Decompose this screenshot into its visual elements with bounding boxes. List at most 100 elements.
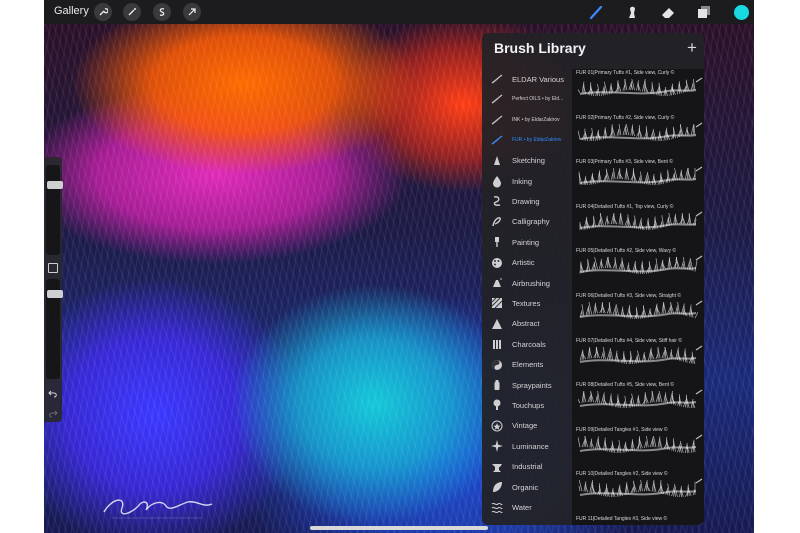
yin-yang-icon — [482, 358, 512, 372]
brush-name: FUR 03|Primary Tufts #3, Side view, Bent… — [576, 159, 673, 166]
brush-sidebar — [44, 157, 63, 422]
brush-type-icon — [695, 70, 703, 83]
leaf-icon — [482, 480, 512, 494]
brush-type-icon — [695, 427, 703, 440]
square-modifier-icon[interactable] — [48, 263, 58, 273]
brush-set-label: Abstract — [512, 319, 540, 329]
brush-set-item[interactable]: Industrial — [482, 457, 572, 477]
brush-icon[interactable] — [587, 3, 605, 21]
brush-stroke-preview — [578, 480, 697, 498]
brush-stroke-preview — [579, 346, 697, 364]
brush-item[interactable]: FUR 02|Primary Tufts #2, Side view, Curl… — [572, 114, 704, 158]
brush-stroke-preview — [578, 79, 697, 97]
smudge-icon[interactable] — [623, 3, 641, 21]
brush-item[interactable]: FUR 09|Detailed Tangles #1, Side view © — [572, 426, 704, 470]
brush-set-label: FUR • by EldarZakirov — [512, 137, 562, 144]
custom-stroke-icon — [482, 133, 512, 147]
brush-set-item[interactable]: Elements — [482, 355, 572, 375]
artist-signature-logo — [103, 499, 213, 519]
brush-stroke-preview — [579, 302, 698, 320]
brush-set-item[interactable]: Airbrushing — [482, 273, 572, 293]
brush-item[interactable]: FUR 10|Detailed Tangles #2, Side view © — [572, 470, 704, 514]
triangle-icon — [482, 317, 512, 331]
brush-set-item[interactable]: Abstract — [482, 314, 572, 334]
brush-item[interactable]: FUR 05|Detailed Tufts #2, Side view, Wav… — [572, 247, 704, 291]
custom-stroke-icon — [482, 92, 512, 106]
brush-set-label: Calligraphy — [512, 217, 550, 227]
calligraphy-icon — [482, 215, 512, 229]
brush-set-item[interactable]: FUR • by EldarZakirov — [482, 130, 572, 150]
brush-set-item[interactable]: Artistic — [482, 253, 572, 273]
brush-set-label: Vintage — [512, 421, 538, 431]
brush-item[interactable]: FUR 06|Detailed Tufts #3, Side view, Str… — [572, 292, 704, 336]
brush-set-item[interactable]: Inking — [482, 171, 572, 191]
brush-name: FUR 05|Detailed Tufts #2, Side view, Wav… — [576, 248, 677, 255]
brush-set-label: Inking — [512, 176, 533, 186]
brush-set-label: Painting — [512, 237, 540, 247]
brush-set-item[interactable]: Drawing — [482, 191, 572, 211]
home-indicator — [310, 526, 488, 530]
brush-set-list: ELDAR Various Perfect OILS • by Eld... INK… — [482, 69, 572, 525]
brush-set-item[interactable]: Charcoals — [482, 334, 572, 354]
magic-wand-icon[interactable] — [123, 3, 141, 21]
eraser-icon[interactable] — [659, 3, 677, 21]
brush-set-item[interactable]: Vintage — [482, 416, 572, 436]
brush-type-icon — [695, 516, 703, 525]
sparkle-icon — [482, 439, 512, 453]
brush-set-item[interactable]: Spraypaints — [482, 375, 572, 395]
brush-type-icon — [695, 382, 703, 395]
brush-set-label: Organic — [512, 482, 539, 492]
brush-set-item[interactable]: Luminance — [482, 436, 572, 456]
brush-set-item[interactable]: Perfect OILS • by Eld... — [482, 89, 572, 109]
brush-name: FUR 10|Detailed Tangles #2, Side view © — [576, 471, 668, 478]
gallery-button[interactable]: Gallery — [54, 5, 89, 17]
layers-icon[interactable] — [695, 3, 713, 21]
undo-arrow-icon[interactable] — [48, 385, 58, 398]
brush-set-item[interactable]: Textures — [482, 293, 572, 313]
custom-stroke-icon — [482, 72, 512, 86]
brush-set-item[interactable]: Calligraphy — [482, 212, 572, 232]
anvil-icon — [482, 460, 512, 474]
pencil-tip-icon — [482, 154, 512, 168]
opacity-slider[interactable] — [46, 279, 63, 379]
brush-item[interactable]: FUR 01|Primary Tufts #1, Side view, Curl… — [572, 69, 704, 113]
wrench-icon[interactable] — [94, 3, 112, 21]
brush-item[interactable]: FUR 03|Primary Tufts #3, Side view, Bent… — [572, 158, 704, 202]
brush-set-item[interactable]: ELDAR Various — [482, 69, 572, 89]
brush-set-item[interactable]: Organic — [482, 477, 572, 497]
brush-set-item[interactable]: Touchups — [482, 395, 572, 415]
redo-arrow-icon[interactable] — [48, 405, 58, 418]
brush-item[interactable]: FUR 08|Detailed Tufts #5, Side view, Ben… — [572, 381, 704, 425]
brush-type-icon — [695, 204, 703, 217]
brush-name: FUR 04|Detailed Tufts #1, Top view, Curl… — [576, 203, 674, 210]
brush-item[interactable]: FUR 11|Detailed Tangles #3, Side view © — [572, 515, 704, 525]
brush-set-item[interactable]: Painting — [482, 232, 572, 252]
brush-name: FUR 08|Detailed Tufts #5, Side view, Ben… — [576, 382, 675, 389]
waves-icon — [482, 500, 512, 514]
add-brush-set-button[interactable]: + — [684, 38, 700, 57]
brush-size-thumb[interactable] — [47, 181, 63, 190]
brush-type-icon — [695, 159, 703, 172]
opacity-thumb[interactable] — [47, 290, 63, 299]
brush-type-icon — [695, 471, 703, 484]
brush-set-label: Sketching — [512, 156, 545, 166]
brush-list: FUR 01|Primary Tufts #1, Side view, Curl… — [572, 69, 704, 525]
drawing-swirl-icon — [482, 194, 512, 208]
brush-set-label: Charcoals — [512, 339, 546, 349]
star-badge-icon — [482, 419, 512, 433]
brush-set-item[interactable]: INK • by EldarZakirov — [482, 110, 572, 130]
brush-item[interactable]: FUR 04|Detailed Tufts #1, Top view, Curl… — [572, 203, 704, 247]
color-swatch-icon[interactable] — [732, 3, 750, 21]
brush-set-label: Luminance — [512, 441, 549, 451]
procreate-screen: Gallery Brush Library + ELDAR Various Pe… — [44, 0, 754, 533]
brush-size-slider[interactable] — [46, 165, 63, 255]
transform-arrow-icon[interactable] — [183, 3, 201, 21]
brush-item[interactable]: FUR 07|Detailed Tufts #4, Side view, Sti… — [572, 337, 704, 381]
selection-icon[interactable] — [153, 3, 171, 21]
touchup-icon — [482, 398, 512, 412]
brush-set-item[interactable]: Water — [482, 497, 572, 517]
brush-set-item[interactable]: Sketching — [482, 151, 572, 171]
brush-type-icon — [695, 338, 703, 351]
spray-can-icon — [482, 378, 512, 392]
brush-set-label: ELDAR Various — [512, 74, 564, 84]
